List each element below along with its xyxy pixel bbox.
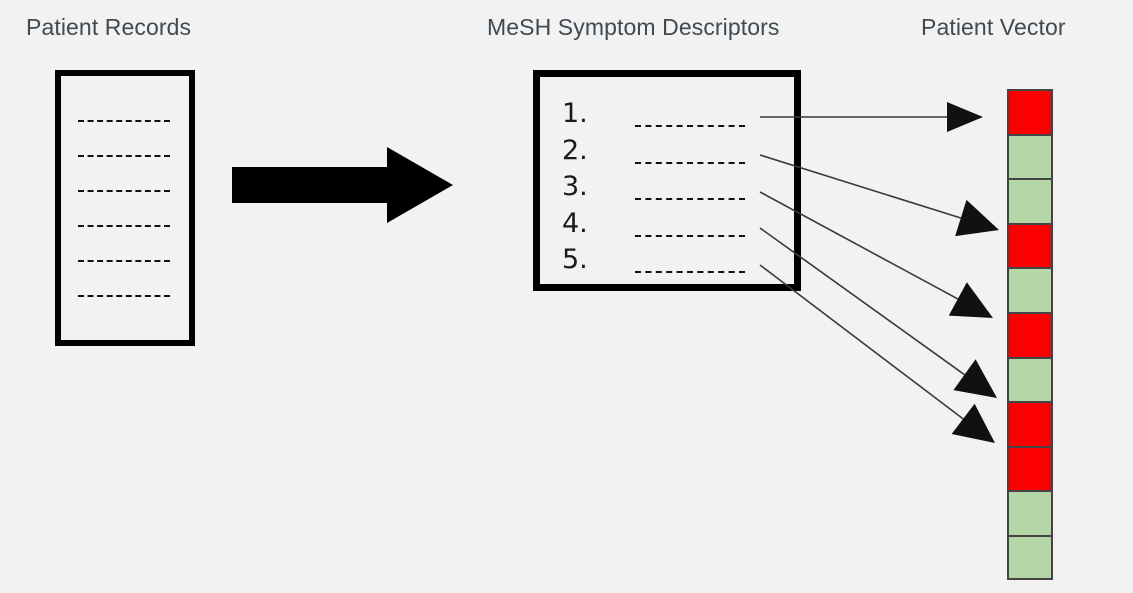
mesh-item: 1. <box>540 99 794 137</box>
vector-cell-active <box>1007 401 1053 446</box>
mesh-item-number: 3. <box>562 171 588 202</box>
mesh-item-number: 4. <box>562 207 588 239</box>
label-patient-vector: Patient Vector <box>921 14 1066 40</box>
vector-cell-active <box>1007 311 1053 357</box>
mesh-item-text-line <box>635 198 745 200</box>
mesh-item: 3. <box>540 172 794 210</box>
connector-arrowhead-icon <box>948 282 993 318</box>
record-line <box>78 120 170 122</box>
vector-cell-active <box>1007 222 1053 268</box>
mesh-descriptor-box: 1. 2. 3. 4. 5. <box>533 70 801 291</box>
label-patient-records: Patient Records <box>26 14 192 40</box>
label-mesh-symptom-descriptors: MeSH Symptom Descriptors <box>487 14 780 40</box>
record-line <box>78 295 170 297</box>
patient-records-document <box>55 70 195 346</box>
vector-cell-active <box>1007 445 1053 491</box>
connector-arrowhead-icon <box>953 359 997 398</box>
mesh-item-text-line <box>635 234 745 237</box>
mesh-item-number: 2. <box>562 134 588 166</box>
record-line <box>78 190 170 192</box>
mesh-item: 5. <box>540 245 794 283</box>
record-line <box>78 260 170 262</box>
vector-cell-inactive <box>1007 534 1053 580</box>
vector-cell-inactive <box>1007 178 1053 223</box>
mesh-item-number: 1. <box>562 98 588 129</box>
patient-vector-column <box>1007 89 1053 580</box>
record-line <box>78 155 170 157</box>
vector-cell-inactive <box>1007 356 1053 402</box>
vector-cell-inactive <box>1007 267 1053 312</box>
vector-cell-inactive <box>1007 490 1053 535</box>
mesh-item-number: 5. <box>562 244 588 275</box>
record-text-lines <box>61 76 189 340</box>
vector-cell-inactive <box>1007 133 1053 179</box>
connector-arrowhead-icon <box>955 199 999 237</box>
mesh-item: 2. <box>540 134 794 174</box>
diagram-canvas: Patient Records MeSH Symptom Descriptors… <box>0 0 1133 593</box>
mesh-item-text-line <box>635 271 745 273</box>
process-block-arrow-icon <box>232 147 453 223</box>
mesh-item: 4. <box>540 207 794 247</box>
connector-arrowhead-icon <box>947 102 983 132</box>
vector-cell-active <box>1007 89 1053 134</box>
mesh-item-text-line <box>635 125 745 127</box>
record-line <box>78 225 170 227</box>
connector-arrowhead-icon <box>951 403 995 443</box>
mesh-item-text-line <box>635 161 745 164</box>
